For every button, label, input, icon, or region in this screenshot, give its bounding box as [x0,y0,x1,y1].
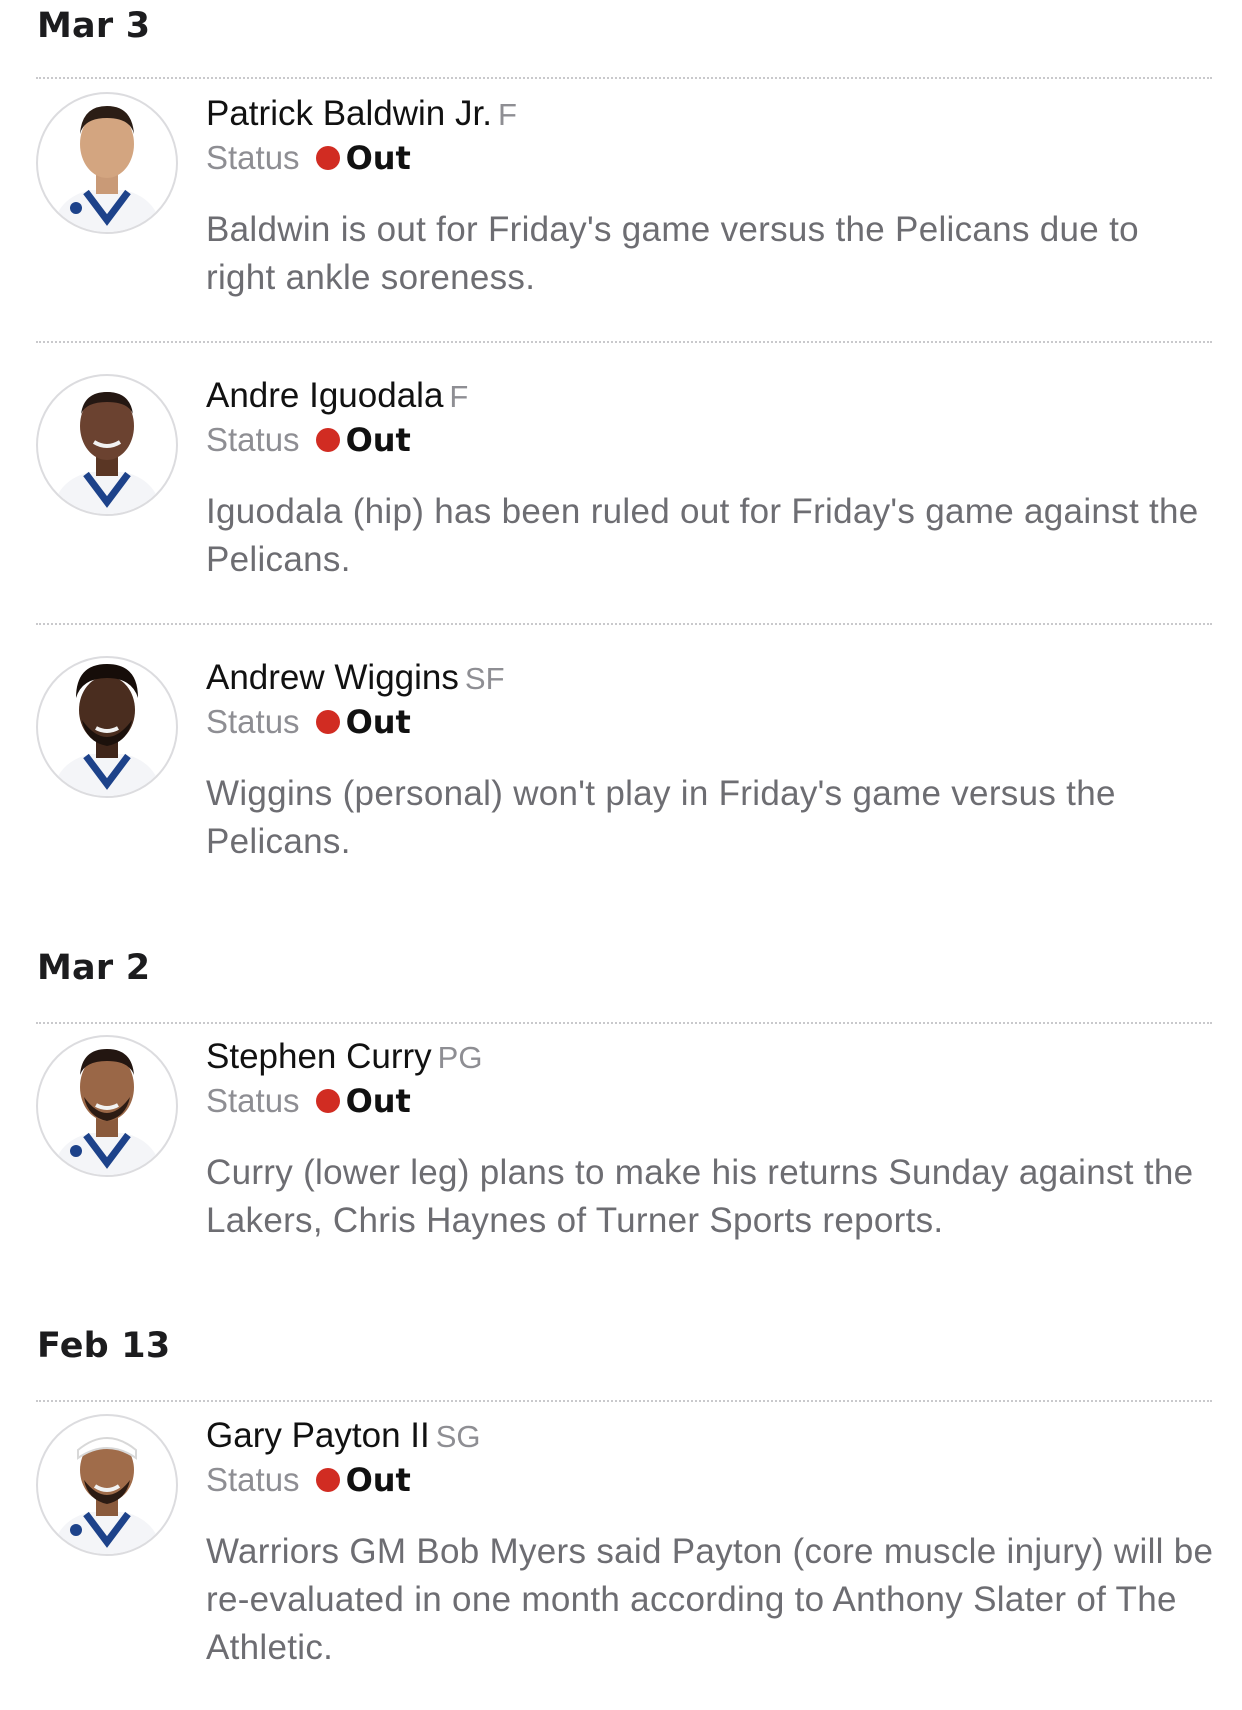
status-value: Out [345,1461,411,1499]
section-date-mar-3: Mar 3 [37,6,151,46]
divider [36,77,1212,79]
status-value: Out [345,139,411,177]
divider [36,1022,1212,1024]
injury-blurb: Iguodala (hip) has been ruled out for Fr… [206,492,1199,579]
status-dot-icon [315,1468,340,1492]
player-headshot-avatar [36,1414,178,1556]
player-headshot-avatar [36,656,178,798]
status-line: Status Out [206,1082,411,1120]
status-dot-icon [315,1089,340,1113]
status-value: Out [345,1082,411,1120]
injury-blurb: Warriors GM Bob Myers said Payton (core … [206,1532,1214,1667]
player-position: SG [435,1419,481,1454]
player-headshot-avatar [36,1035,178,1177]
player-position: F [449,379,469,414]
divider [36,341,1212,343]
status-line: Status Out [206,421,411,459]
player-headshot-avatar [36,374,178,516]
status-value: Out [345,703,411,741]
player-name: Andre Iguodala F [206,376,469,415]
player-name: Andrew Wiggins SF [206,658,505,697]
player-name: Stephen Curry PG [206,1037,483,1076]
injury-blurb: Baldwin is out for Friday's game versus … [206,210,1139,297]
player-position: SF [464,661,505,696]
injury-blurb: Curry (lower leg) plans to make his retu… [206,1153,1194,1240]
divider [36,623,1212,625]
status-line: Status Out [206,703,411,741]
player-position: F [497,97,517,132]
section-date-mar-2: Mar 2 [37,948,151,988]
status-line: Status Out [206,139,411,177]
section-date-feb-13: Feb 13 [37,1326,171,1366]
status-dot-icon [315,710,340,734]
divider [36,1400,1212,1402]
player-position: PG [437,1040,483,1075]
player-name: Patrick Baldwin Jr. F [206,94,517,133]
injury-blurb: Wiggins (personal) won't play in Friday'… [206,774,1116,861]
status-dot-icon [315,146,340,170]
player-name: Gary Payton II SG [206,1416,481,1455]
status-line: Status Out [206,1461,411,1499]
player-headshot-avatar [36,92,178,234]
status-value: Out [345,421,411,459]
status-dot-icon [315,428,340,452]
